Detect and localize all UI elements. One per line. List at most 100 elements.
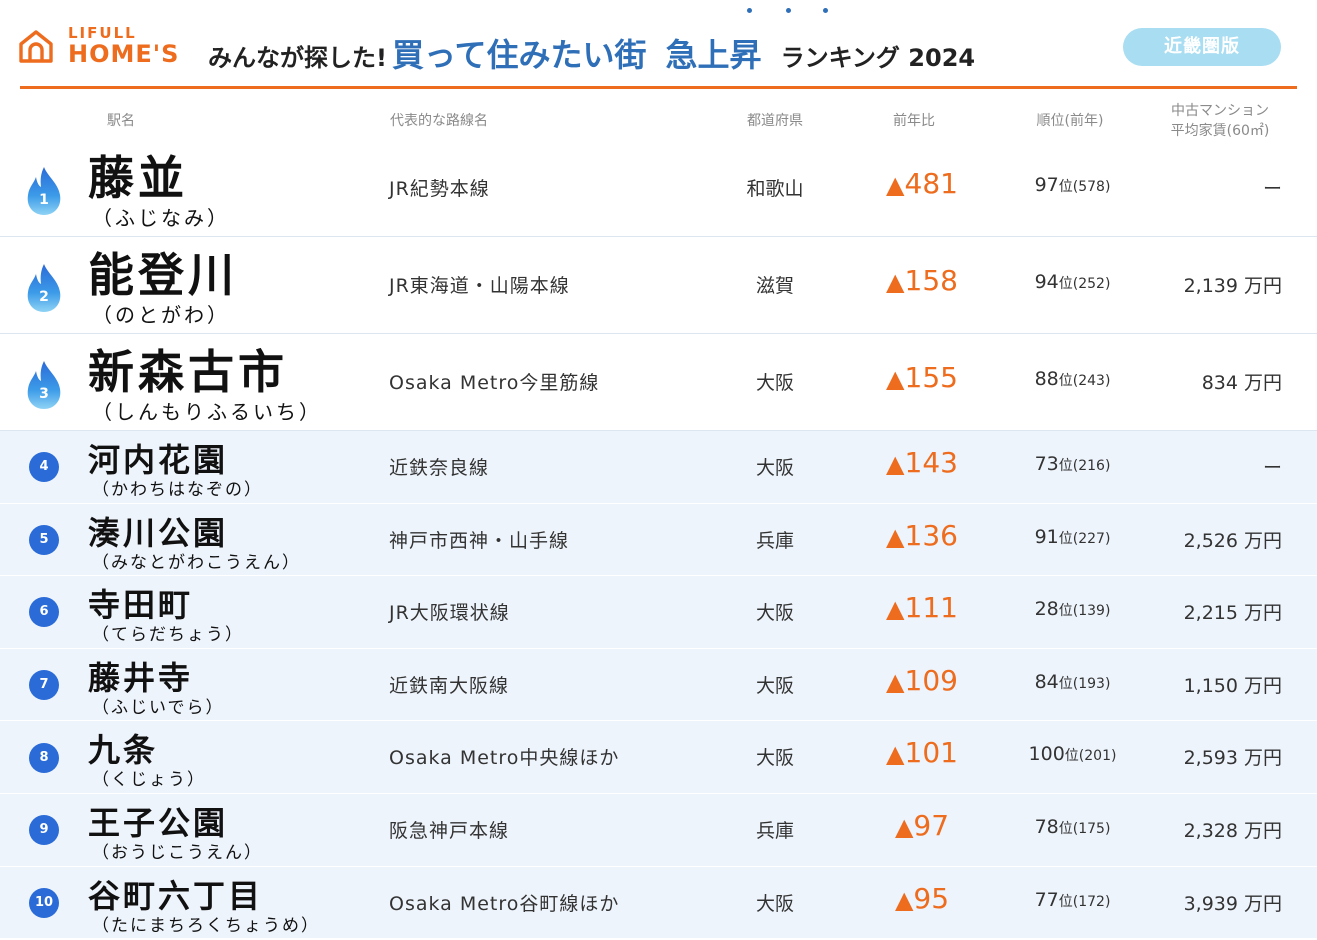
current-rank: 91 (1034, 525, 1059, 548)
rank-unit: 位 (1058, 276, 1073, 292)
current-rank: 100 (1028, 743, 1065, 766)
ranking-table: 1 藤並 （ふじなみ） JR紀勢本線 和歌山 ▲481 97位(578) ー 2… (0, 140, 1317, 940)
table-row[interactable]: 2 能登川 （のとがわ） JR東海道・山陽本線 滋賀 ▲158 94位(252)… (0, 237, 1317, 334)
prefecture: 大阪 (755, 674, 794, 697)
prefecture: 大阪 (755, 747, 794, 770)
station-name: 能登川 (88, 248, 238, 302)
previous-rank: (243) (1072, 373, 1111, 389)
average-rent: 2,215 万円 (1183, 602, 1282, 625)
up-triangle-icon: ▲ (886, 171, 905, 199)
line-name: JR大阪環状線 (389, 602, 510, 625)
average-rent: 1,150 万円 (1183, 674, 1282, 697)
rank-number: 7 (29, 670, 59, 701)
rank-unit: 位 (1058, 458, 1073, 474)
previous-rank: (139) (1072, 603, 1111, 620)
flame-rank-icon: 3 (24, 359, 64, 411)
rank-value: 28位(139) (1000, 598, 1145, 620)
station-reading: （かわちはなぞの） (92, 480, 263, 500)
rank-number: 4 (29, 452, 59, 483)
rank-value: 88位(243) (1000, 368, 1145, 390)
table-row[interactable]: 10 谷町六丁目 （たにまちろくちょうめ） Osaka Metro谷町線ほか 大… (0, 866, 1317, 940)
col-rank: 順位(前年) (1036, 113, 1104, 129)
rank-value: 73位(216) (1000, 453, 1145, 475)
change-number: 97 (913, 808, 950, 842)
logo-main-text: HOME'S (68, 40, 180, 68)
table-row[interactable]: 6 寺田町 （てらだちょう） JR大阪環状線 大阪 ▲111 28位(139) … (0, 576, 1317, 649)
col-line: 代表的な路線名 (390, 113, 488, 129)
col-station: 駅名 (107, 113, 135, 129)
table-row[interactable]: 8 九条 （くじょう） Osaka Metro中央線ほか 大阪 ▲101 100… (0, 721, 1317, 794)
station-reading: （しんもりふるいち） (92, 400, 322, 424)
up-triangle-icon: ▲ (886, 595, 905, 624)
prefecture: 大阪 (755, 602, 794, 625)
table-row[interactable]: 4 河内花園 （かわちはなぞの） 近鉄奈良線 大阪 ▲143 73位(216) … (0, 431, 1317, 504)
station-reading: （みなとがわこうえん） (92, 552, 301, 573)
rank-number: 8 (29, 742, 59, 773)
rank-value: 78位(175) (1000, 816, 1145, 838)
change-value: ▲143 (862, 446, 982, 479)
rank-value: 91位(227) (1000, 526, 1145, 548)
change-number: 95 (913, 881, 950, 915)
rank-unit: 位 (1058, 675, 1073, 692)
previous-rank: (216) (1072, 458, 1111, 474)
table-row[interactable]: 7 藤井寺 （ふじいでら） 近鉄南大阪線 大阪 ▲109 84位(193) 1,… (0, 648, 1317, 722)
up-triangle-icon: ▲ (886, 522, 905, 551)
line-name: JR紀勢本線 (389, 178, 490, 200)
previous-rank: (172) (1072, 893, 1111, 910)
change-number: 481 (904, 167, 958, 200)
previous-rank: (252) (1072, 276, 1111, 292)
header-divider (20, 86, 1297, 89)
table-row[interactable]: 3 新森古市 （しんもりふるいち） Osaka Metro今里筋線 大阪 ▲15… (0, 334, 1317, 431)
rank-value: 94位(252) (1000, 271, 1145, 293)
change-value: ▲109 (862, 664, 982, 697)
line-name: 阪急神戸本線 (389, 819, 510, 842)
table-row[interactable]: 9 王子公園 （おうじこうえん） 阪急神戸本線 兵庫 ▲97 78位(175) … (0, 793, 1317, 867)
change-number: 136 (904, 518, 958, 552)
change-number: 143 (904, 446, 958, 479)
rank-value: 97位(578) (1000, 174, 1145, 196)
prefecture: 兵庫 (755, 529, 794, 552)
average-rent: 834 万円 (1201, 372, 1282, 394)
line-name: 近鉄南大阪線 (389, 674, 510, 697)
change-value: ▲95 (862, 882, 982, 915)
prefecture: 和歌山 (746, 178, 804, 200)
up-triangle-icon: ▲ (886, 268, 905, 296)
average-rent: ー (1262, 178, 1282, 200)
table-row[interactable]: 5 湊川公園 （みなとがわこうえん） 神戸市西神・山手線 兵庫 ▲136 91位… (0, 503, 1317, 577)
previous-rank: (578) (1072, 179, 1111, 195)
table-row[interactable]: 1 藤並 （ふじなみ） JR紀勢本線 和歌山 ▲481 97位(578) ー (0, 140, 1317, 237)
up-triangle-icon: ▲ (894, 812, 914, 841)
change-number: 155 (904, 361, 958, 394)
rank-unit: 位 (1064, 748, 1079, 765)
station-reading: （てらだちょう） (92, 625, 244, 646)
average-rent: 2,328 万円 (1183, 819, 1282, 842)
rank-unit: 位 (1058, 373, 1073, 389)
rank-value: 100位(201) (1000, 743, 1145, 765)
current-rank: 73 (1034, 453, 1059, 475)
station-reading: （たにまちろくちょうめ） (92, 915, 320, 936)
rank-unit: 位 (1058, 179, 1073, 195)
change-value: ▲136 (862, 519, 982, 552)
region-button[interactable]: 近畿圏版 (1123, 28, 1281, 66)
current-rank: 84 (1034, 670, 1059, 693)
line-name: Osaka Metro谷町線ほか (389, 892, 620, 915)
previous-rank: (227) (1072, 530, 1111, 547)
average-rent: 2,526 万円 (1183, 529, 1282, 552)
title-prefix: みんなが探した! (208, 44, 387, 72)
rank-number: 6 (29, 597, 59, 628)
previous-rank: (193) (1072, 675, 1111, 692)
change-number: 111 (904, 591, 958, 625)
rank-unit: 位 (1058, 530, 1073, 547)
current-rank: 77 (1034, 888, 1059, 911)
average-rent: 2,593 万円 (1183, 747, 1282, 770)
average-rent: 3,939 万円 (1183, 892, 1282, 915)
current-rank: 78 (1034, 815, 1059, 838)
rank-value: 77位(172) (1000, 889, 1145, 911)
title-suffix: ランキング 2024 (780, 44, 976, 72)
title-main: 買って住みたい街 (392, 36, 647, 74)
change-value: ▲158 (862, 264, 982, 297)
current-rank: 94 (1034, 271, 1059, 293)
lifull-homes-logo[interactable]: LIFULL HOME'S (18, 24, 193, 70)
up-triangle-icon: ▲ (886, 365, 905, 393)
up-triangle-icon: ▲ (886, 667, 905, 696)
